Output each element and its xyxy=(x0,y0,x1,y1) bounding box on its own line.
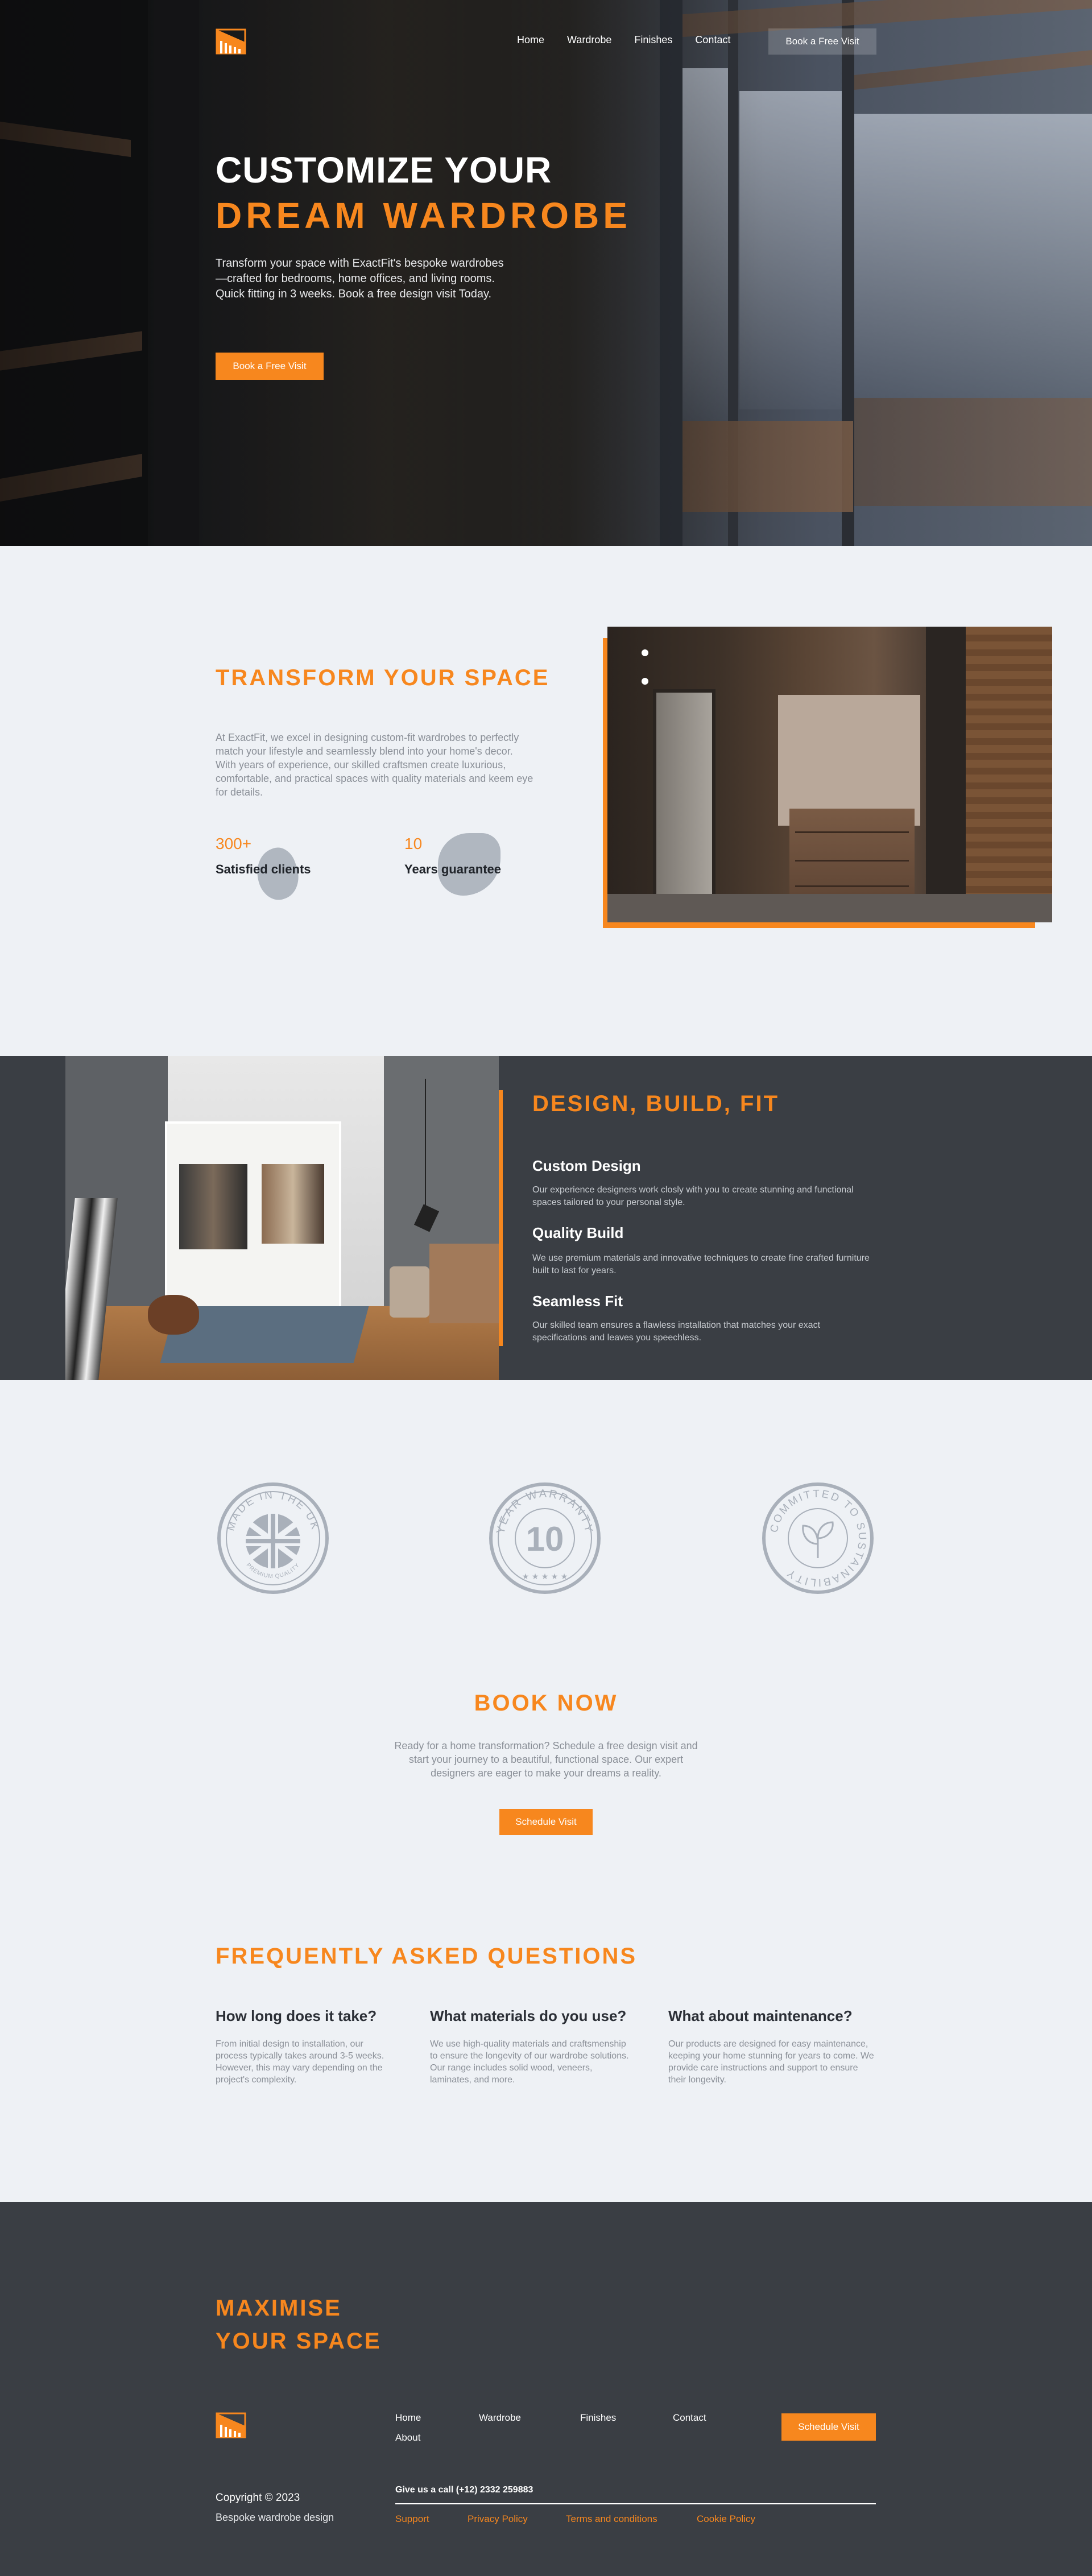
sustainability-badge: COMMITTED TO SUSTAINABILITY xyxy=(761,1481,875,1595)
stat-guarantee: 10 Years guarantee xyxy=(404,835,501,877)
spotlight xyxy=(642,678,648,685)
drawer-line xyxy=(795,831,909,833)
star-icon: ★ ★ ★ ★ ★ xyxy=(522,1572,568,1581)
hero-book-visit-button[interactable]: Book a Free Visit xyxy=(216,353,324,380)
stat-value: 10 xyxy=(404,835,423,852)
footer-link-finishes[interactable]: Finishes xyxy=(580,2412,616,2424)
union-jack-icon xyxy=(246,1514,300,1568)
sprout-icon xyxy=(802,1521,834,1558)
phone-contact[interactable]: Give us a call (+12) 2332 259883 xyxy=(395,2485,533,2495)
faq-answer: From initial design to installation, our… xyxy=(216,2039,384,2085)
pouf xyxy=(148,1295,199,1335)
nav-link-contact[interactable]: Contact xyxy=(695,34,730,46)
nav-links: Home Wardrobe Finishes Contact xyxy=(517,34,730,46)
footer-schedule-visit-button[interactable]: Schedule Visit xyxy=(781,2413,876,2441)
faq-question: What about maintenance? xyxy=(668,2007,853,2024)
nav-link-home[interactable]: Home xyxy=(517,34,544,46)
footer-logo-icon[interactable] xyxy=(216,2412,246,2438)
faq-answer: Our products are designed for easy maint… xyxy=(668,2039,874,2085)
stat-clients: 300+ Satisfied clients xyxy=(216,835,311,877)
faq-question: How long does it take? xyxy=(216,2007,377,2024)
spotlight xyxy=(642,649,648,656)
warranty-badge: YEAR WARRANTY 10 ★ ★ ★ ★ ★ xyxy=(488,1481,602,1595)
made-in-uk-badge: MADE IN THE UK PREMIUM QUALITY xyxy=(216,1481,330,1595)
stat-label: Years guarantee xyxy=(404,862,501,876)
floor xyxy=(607,894,1052,922)
mirror-door xyxy=(653,689,715,905)
nightstand xyxy=(390,1266,429,1318)
faq-answer: We use high-quality materials and crafts… xyxy=(430,2039,629,2085)
footer-tagline: Bespoke wardrobe design xyxy=(216,2512,334,2523)
seamless-fit-heading: Seamless Fit xyxy=(532,1293,623,1310)
footer-link-cookies[interactable]: Cookie Policy xyxy=(697,2513,755,2525)
hanging-clothes xyxy=(179,1164,247,1249)
hero-overlay xyxy=(0,0,1092,546)
footer: MAXIMISE YOUR SPACE Home Wardrobe Finish… xyxy=(0,2202,1092,2576)
walk-in-wardrobe-image xyxy=(607,627,1052,922)
nav-link-wardrobe[interactable]: Wardrobe xyxy=(567,34,611,46)
custom-design-text: Our experience designers work closly wit… xyxy=(532,1185,854,1207)
faq-title: FREQUENTLY ASKED QUESTIONS xyxy=(216,1944,638,1969)
divider-panel xyxy=(926,627,966,922)
transform-description: At ExactFit, we excel in designing custo… xyxy=(216,732,533,798)
quality-build-heading: Quality Build xyxy=(532,1224,624,1241)
bed xyxy=(429,1244,499,1323)
lamp-cord xyxy=(425,1079,426,1210)
hero-title-line1: CUSTOMIZE YOUR xyxy=(216,150,552,190)
footer-divider xyxy=(395,2503,876,2504)
bedroom-wardrobe-image xyxy=(65,1056,499,1380)
book-now-title: BOOK NOW xyxy=(474,1691,618,1716)
seamless-fit-text: Our skilled team ensures a flawless inst… xyxy=(532,1320,821,1343)
hero-description: Transform your space with ExactFit's bes… xyxy=(216,257,504,300)
footer-link-wardrobe[interactable]: Wardrobe xyxy=(479,2412,521,2424)
hero-section: Home Wardrobe Finishes Contact Book a Fr… xyxy=(0,0,1092,546)
faq-question: What materials do you use? xyxy=(430,2007,627,2024)
hanging-clothes xyxy=(262,1164,324,1244)
book-now-text: Ready for a home transformation? Schedul… xyxy=(394,1740,698,1779)
footer-link-about[interactable]: About xyxy=(395,2432,420,2444)
footer-link-privacy[interactable]: Privacy Policy xyxy=(468,2513,528,2525)
logo-icon[interactable] xyxy=(216,28,246,55)
footer-link-terms[interactable]: Terms and conditions xyxy=(566,2513,657,2525)
stat-value: 300+ xyxy=(216,835,252,852)
drawer-line xyxy=(795,885,909,887)
design-build-fit-section: DESIGN, BUILD, FIT Custom Design Our exp… xyxy=(0,1056,1092,1380)
stat-label: Satisfied clients xyxy=(216,862,311,876)
nav-link-finishes[interactable]: Finishes xyxy=(634,34,672,46)
top-navigation: Home Wardrobe Finishes Contact Book a Fr… xyxy=(216,28,876,55)
custom-design-heading: Custom Design xyxy=(532,1157,641,1174)
nav-book-visit-button[interactable]: Book a Free Visit xyxy=(768,28,876,55)
wood-door xyxy=(966,627,1052,922)
quality-build-text: We use premium materials and innovative … xyxy=(532,1253,870,1275)
transform-title: TRANSFORM YOUR SPACE xyxy=(216,665,550,690)
footer-title: MAXIMISE YOUR SPACE xyxy=(216,2292,382,2358)
drawer-line xyxy=(795,860,909,862)
copyright-text: Copyright © 2023 xyxy=(216,2492,300,2504)
hero-title-line2: DREAM WARDROBE xyxy=(216,195,631,236)
accent-bar xyxy=(499,1090,503,1346)
footer-link-support[interactable]: Support xyxy=(395,2513,429,2525)
dbf-title: DESIGN, BUILD, FIT xyxy=(532,1091,779,1116)
footer-link-contact[interactable]: Contact xyxy=(673,2412,706,2424)
schedule-visit-button[interactable]: Schedule Visit xyxy=(499,1809,593,1835)
footer-title-line1: MAXIMISE xyxy=(216,2296,342,2321)
badge-warranty-number: 10 xyxy=(526,1520,564,1558)
footer-title-line2: YOUR SPACE xyxy=(216,2329,382,2354)
lit-shelf-back xyxy=(778,695,920,826)
footer-link-home[interactable]: Home xyxy=(395,2412,421,2424)
